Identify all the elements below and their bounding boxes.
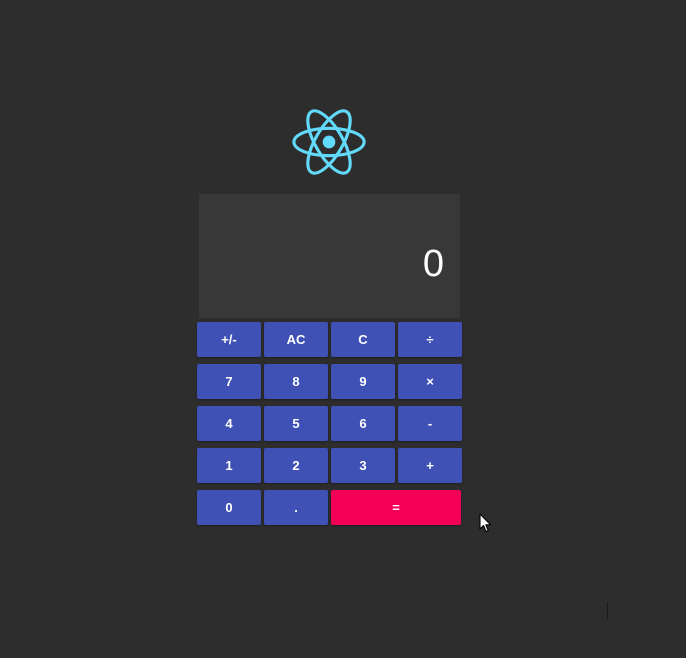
multiply-button[interactable]: × <box>398 364 462 399</box>
subtract-button[interactable]: - <box>398 406 462 441</box>
calculator-display: 0 <box>199 194 460 318</box>
decimal-button[interactable]: . <box>264 490 328 525</box>
keypad: +/- AC C ÷ 7 8 9 × 4 5 6 - 1 2 3 + 0 . = <box>197 322 462 532</box>
mouse-pointer-icon <box>479 513 492 533</box>
app-window: 0 +/- AC C ÷ 7 8 9 × 4 5 6 - 1 2 3 + 0 . <box>0 0 686 658</box>
react-atom-icon <box>292 109 366 175</box>
calculator: 0 +/- AC C ÷ 7 8 9 × 4 5 6 - 1 2 3 + 0 . <box>197 194 462 532</box>
digit-2-button[interactable]: 2 <box>264 448 328 483</box>
digit-1-button[interactable]: 1 <box>197 448 261 483</box>
digit-8-button[interactable]: 8 <box>264 364 328 399</box>
digit-3-button[interactable]: 3 <box>331 448 395 483</box>
digit-6-button[interactable]: 6 <box>331 406 395 441</box>
add-button[interactable]: + <box>398 448 462 483</box>
digit-4-button[interactable]: 4 <box>197 406 261 441</box>
clear-button[interactable]: C <box>331 322 395 357</box>
digit-9-button[interactable]: 9 <box>331 364 395 399</box>
text-caret <box>607 602 608 619</box>
display-value: 0 <box>422 243 444 285</box>
plus-minus-button[interactable]: +/- <box>197 322 261 357</box>
equals-button[interactable]: = <box>331 490 461 525</box>
all-clear-button[interactable]: AC <box>264 322 328 357</box>
digit-0-button[interactable]: 0 <box>197 490 261 525</box>
digit-5-button[interactable]: 5 <box>264 406 328 441</box>
divide-button[interactable]: ÷ <box>398 322 462 357</box>
digit-7-button[interactable]: 7 <box>197 364 261 399</box>
